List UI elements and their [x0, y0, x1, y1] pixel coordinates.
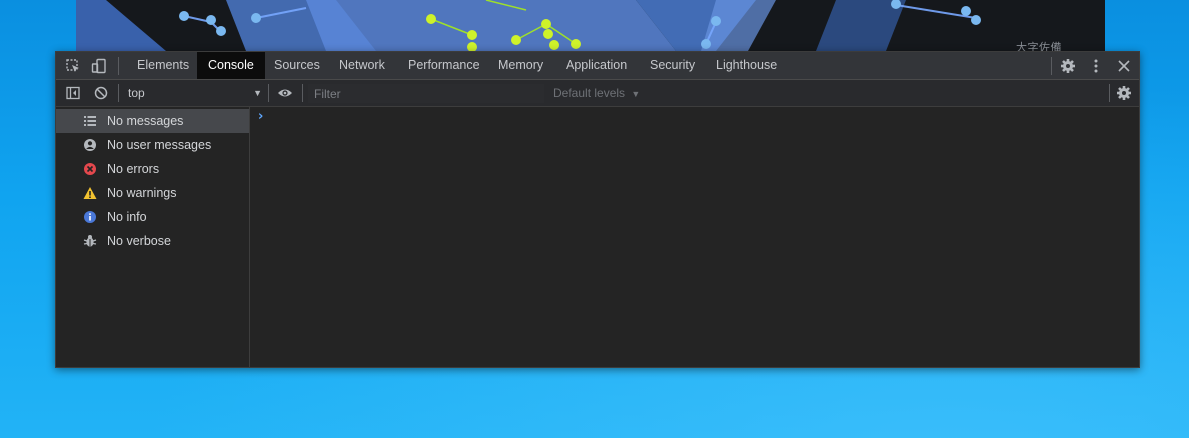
chevron-down-icon: ▼ — [253, 88, 262, 98]
tab-security[interactable]: Security — [639, 52, 706, 79]
tab-lighthouse[interactable]: Lighthouse — [705, 52, 788, 79]
map-visualization — [76, 0, 1105, 51]
sidebar-item-label: No messages — [107, 114, 184, 128]
toolbar-divider-4 — [1109, 84, 1110, 102]
tabbar-divider — [118, 57, 119, 75]
toolbar-divider — [118, 84, 119, 102]
info-icon — [82, 209, 98, 225]
warning-icon — [82, 185, 98, 201]
tab-sources[interactable]: Sources — [263, 52, 331, 79]
console-toolbar: top ▼ Default levels ▼ — [56, 80, 1139, 107]
map-place-label: 大字佐備 — [1016, 41, 1062, 51]
settings-gear-icon[interactable] — [1059, 57, 1077, 75]
sidebar-item-label: No verbose — [107, 234, 171, 248]
context-selector[interactable]: top ▼ — [120, 80, 264, 106]
chevron-down-icon: ▼ — [631, 89, 641, 99]
tab-application[interactable]: Application — [555, 52, 638, 79]
devtools-window: Elements Console Sources Network Perform… — [55, 51, 1140, 368]
user-icon — [82, 137, 98, 153]
live-expression-eye-icon[interactable] — [276, 84, 294, 102]
console-sidebar: No messages No user messages No errors N… — [56, 107, 250, 367]
sidebar-toggle-icon[interactable] — [64, 84, 82, 102]
sidebar-item-info[interactable]: No info — [56, 205, 249, 229]
sidebar-item-label: No errors — [107, 162, 160, 176]
sidebar-item-user-messages[interactable]: No user messages — [56, 133, 249, 157]
map-page-content: 大字佐備 — [76, 0, 1105, 51]
toolbar-divider-3 — [302, 84, 303, 102]
console-settings-gear-icon[interactable] — [1115, 84, 1133, 102]
filter-input[interactable] — [308, 84, 544, 103]
devtools-tab-bar: Elements Console Sources Network Perform… — [56, 52, 1139, 80]
console-output-area[interactable]: › — [250, 107, 1139, 367]
toolbar-divider-2 — [268, 84, 269, 102]
sidebar-item-label: No warnings — [107, 186, 177, 200]
list-icon — [82, 113, 98, 129]
sidebar-item-label: No info — [107, 210, 147, 224]
tabbar-divider-right — [1051, 57, 1052, 75]
more-options-icon[interactable] — [1087, 57, 1105, 75]
sidebar-item-label: No user messages — [107, 138, 212, 152]
tab-console[interactable]: Console — [197, 52, 265, 79]
clear-console-icon[interactable] — [92, 84, 110, 102]
device-toolbar-icon[interactable] — [90, 57, 108, 75]
tab-network[interactable]: Network — [328, 52, 396, 79]
bug-icon — [82, 233, 98, 249]
close-icon[interactable] — [1115, 57, 1133, 75]
error-icon — [82, 161, 98, 177]
tab-elements[interactable]: Elements — [126, 52, 200, 79]
sidebar-item-warnings[interactable]: No warnings — [56, 181, 249, 205]
sidebar-item-messages[interactable]: No messages — [56, 109, 249, 133]
console-prompt-chevron-icon[interactable]: › — [258, 109, 263, 124]
sidebar-item-verbose[interactable]: No verbose — [56, 229, 249, 253]
sidebar-item-errors[interactable]: No errors — [56, 157, 249, 181]
log-levels-label: Default levels — [553, 86, 626, 100]
context-value: top — [128, 86, 145, 100]
log-levels-dropdown[interactable]: Default levels ▼ — [553, 80, 640, 106]
tab-performance[interactable]: Performance — [397, 52, 491, 79]
tab-memory[interactable]: Memory — [487, 52, 554, 79]
inspect-element-icon[interactable] — [64, 57, 82, 75]
